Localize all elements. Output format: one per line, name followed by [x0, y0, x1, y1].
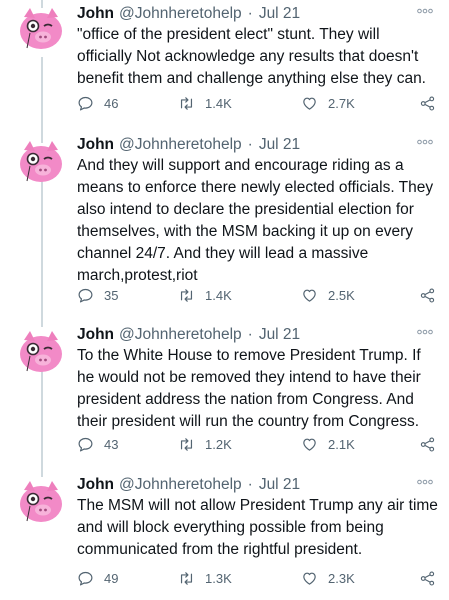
pink-pig-monocle-icon[interactable] [16, 477, 66, 527]
tweet-text: "office of the president elect" stunt. T… [77, 26, 426, 87]
reply-button[interactable]: 46 [77, 93, 118, 113]
tweet-date[interactable]: Jul 21 [259, 135, 300, 155]
retweet-count: 1.3K [205, 570, 232, 586]
author-name[interactable]: John [77, 4, 114, 24]
retweet-count: 1.4K [205, 95, 232, 111]
tweet-header: John @Johnheretohelp · Jul 21 [77, 475, 437, 495]
pink-pig-monocle-icon[interactable] [16, 137, 66, 187]
retweet-count: 1.4K [205, 287, 232, 303]
retweet-icon [180, 288, 193, 302]
author-name[interactable]: John [77, 325, 114, 345]
share-icon [420, 95, 435, 111]
tweet-header: John @Johnheretohelp · Jul 21 [77, 325, 437, 345]
pink-pig-monocle-icon[interactable] [16, 4, 66, 54]
share-button[interactable] [419, 568, 436, 588]
heart-icon [303, 97, 316, 110]
retweet-icon [180, 571, 193, 585]
like-button[interactable]: 2.5K [301, 285, 355, 305]
retweet-button[interactable]: 1.4K [178, 93, 232, 113]
separator-dot: · [247, 5, 253, 22]
share-icon [420, 570, 435, 586]
more-dots-icon[interactable] [417, 8, 433, 14]
tweet-actions: 35 1.4K 2.5K [77, 285, 437, 305]
tweet-actions: 43 1.2K 2.1K [77, 434, 437, 454]
like-count: 2.5K [328, 287, 355, 303]
like-button[interactable]: 2.1K [301, 434, 355, 454]
retweet-icon [180, 96, 193, 110]
reply-count: 46 [104, 95, 119, 111]
separator-dot: · [247, 136, 253, 153]
tweet-actions: 46 1.4K 2.7K [77, 93, 437, 113]
more-dots-icon[interactable] [417, 139, 433, 145]
reply-button[interactable]: 43 [77, 434, 118, 454]
separator-dot: · [247, 326, 253, 343]
reply-button[interactable]: 35 [77, 285, 118, 305]
tweet-text: And they will support and encourage ridi… [77, 157, 434, 284]
like-count: 2.7K [328, 95, 355, 111]
like-button[interactable]: 2.7K [301, 93, 355, 113]
like-count: 2.3K [328, 570, 355, 586]
tweet[interactable]: John @Johnheretohelp · Jul 21 "office of… [0, 0, 449, 125]
reply-icon [78, 437, 93, 451]
tweet-thread: John @Johnheretohelp · Jul 21 "office of… [0, 0, 449, 600]
like-count: 2.1K [328, 436, 355, 452]
tweet-actions: 49 1.3K 2.3K [77, 568, 437, 588]
retweet-button[interactable]: 1.3K [178, 568, 232, 588]
tweet-header: John @Johnheretohelp · Jul 21 [77, 4, 437, 24]
separator-dot: · [247, 476, 253, 493]
share-button[interactable] [419, 434, 436, 454]
tweet-text: To the White House to remove President T… [77, 347, 421, 430]
author-handle[interactable]: @Johnheretohelp [119, 135, 242, 155]
heart-icon [303, 438, 316, 451]
reply-icon [78, 96, 93, 110]
more-dots-icon[interactable] [417, 479, 433, 485]
pink-pig-monocle-icon[interactable] [16, 327, 66, 377]
heart-icon [303, 289, 316, 302]
reply-count: 35 [104, 287, 119, 303]
reply-count: 49 [104, 570, 119, 586]
reply-button[interactable]: 49 [77, 568, 118, 588]
tweet-header: John @Johnheretohelp · Jul 21 [77, 135, 437, 155]
author-handle[interactable]: @Johnheretohelp [119, 475, 242, 495]
tweet-text: The MSM will not allow President Trump a… [77, 497, 438, 558]
more-dots-icon[interactable] [417, 329, 433, 335]
reply-icon [78, 571, 93, 585]
retweet-button[interactable]: 1.4K [178, 285, 232, 305]
retweet-button[interactable]: 1.2K [178, 434, 232, 454]
share-icon [420, 436, 435, 452]
reply-icon [78, 288, 93, 302]
share-icon [420, 287, 435, 303]
retweet-count: 1.2K [205, 436, 232, 452]
share-button[interactable] [419, 285, 436, 305]
reply-count: 43 [104, 436, 119, 452]
like-button[interactable]: 2.3K [301, 568, 355, 588]
tweet-date[interactable]: Jul 21 [259, 475, 300, 495]
tweet-date[interactable]: Jul 21 [259, 325, 300, 345]
author-name[interactable]: John [77, 475, 114, 495]
tweet-date[interactable]: Jul 21 [259, 4, 300, 24]
tweet[interactable]: John @Johnheretohelp · Jul 21 To the Whi… [0, 323, 449, 465]
share-button[interactable] [419, 93, 436, 113]
retweet-icon [180, 437, 193, 451]
author-name[interactable]: John [77, 135, 114, 155]
tweet[interactable]: John @Johnheretohelp · Jul 21 The MSM wi… [0, 473, 449, 600]
tweet[interactable]: John @Johnheretohelp · Jul 21 And they w… [0, 133, 449, 323]
author-handle[interactable]: @Johnheretohelp [119, 325, 242, 345]
author-handle[interactable]: @Johnheretohelp [119, 4, 242, 24]
heart-icon [303, 572, 316, 585]
